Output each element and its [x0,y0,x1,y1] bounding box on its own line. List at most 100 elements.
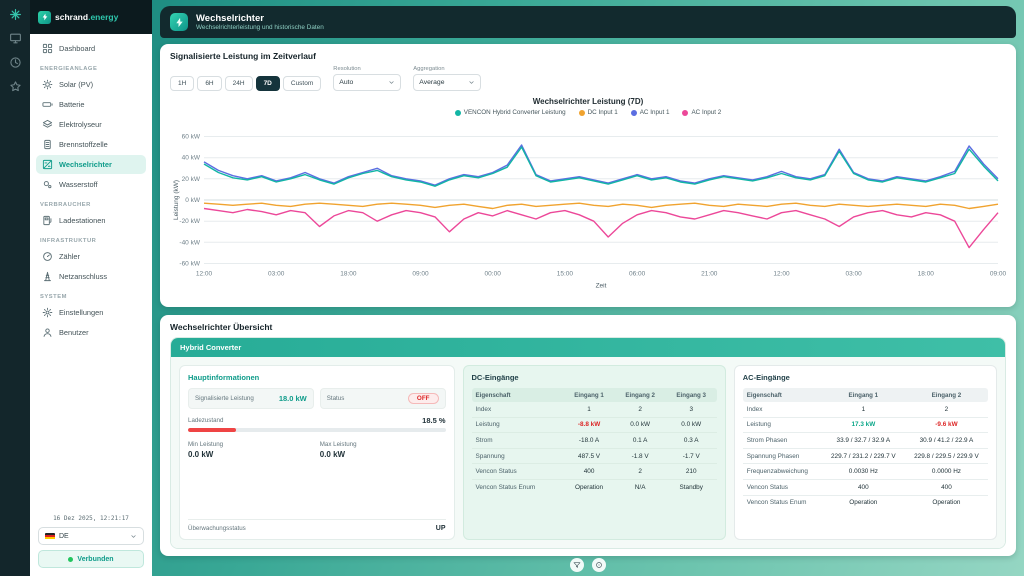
sidebar-item-wasserstoff[interactable]: Wasserstoff [36,175,146,194]
table-row: Frequenzabweichung0.0030 Hz0.0000 Hz [743,464,988,480]
filter-button[interactable] [570,558,584,572]
dc-table: EigenschaftEingang 1Eingang 2Eingang 3In… [472,388,717,495]
svg-text:00:00: 00:00 [485,271,502,278]
sidebar-item-einstellungen[interactable]: Einstellungen [36,303,146,322]
sidebar-item-wechselrichter[interactable]: Wechselrichter [36,155,146,174]
range-button-7d[interactable]: 7D [256,76,280,91]
watch-status-row: Überwachungsstatus UP [188,519,446,532]
inverter-icon [42,159,53,170]
legend-item[interactable]: AC Input 1 [631,109,670,116]
spark-icon[interactable] [9,8,22,21]
signal-power-field: Signalisierte Leistung 18.0 kW [188,388,314,409]
language-select[interactable]: DE [38,527,144,545]
connection-status[interactable]: Verbunden [38,550,144,568]
chart-legend: VENCON Hybrid Converter Leistung DC Input… [170,109,1006,116]
table-row: Strom-18.0 A0.1 A0.3 A [472,433,717,449]
cell-value: 1 [564,402,615,417]
cell-value: -18.0 A [564,433,615,449]
column-header: Eingang 3 [666,388,717,402]
locate-button[interactable] [592,558,606,572]
sidebar-item-netzanschluss[interactable]: Netzanschluss [36,267,146,286]
cell-value: Operation [905,495,988,510]
chart-controls: 1H6H24H7DCustom Resolution Auto Aggregat… [170,66,1006,91]
soc-progress-fill [188,428,236,432]
table-row: Vencon Status EnumOperationN/AStandby [472,479,717,494]
sidebar-item-label: Ladestationen [59,216,105,225]
sidebar-item-label: Batterie [59,100,84,109]
cell-value: 0.0000 Hz [905,464,988,480]
sidebar-item-batterie[interactable]: Batterie [36,95,146,114]
sidebar-item-elektrolyseur[interactable]: Elektrolyseur [36,115,146,134]
brand-logo[interactable]: schrand.energy [30,0,152,34]
cell-value: 30.9 / 41.2 / 22.9 A [905,433,988,449]
sidebar-footer: 16 Dez 2025, 12:21:17 DE Verbunden [30,509,152,576]
german-flag-icon [45,533,55,540]
sidebar-item-label: Wechselrichter [59,160,112,169]
chart-area[interactable]: 60 kW40 kW20 kW0 kW-20 kW-40 kW-60 kW12:… [170,118,1006,303]
legend-label: AC Input 1 [640,109,670,116]
svg-text:-60 kW: -60 kW [179,261,200,268]
resolution-select[interactable]: Auto [333,74,401,91]
inverter-bolt-icon [170,13,188,31]
svg-text:18:00: 18:00 [918,271,935,278]
cell-value: 1 [822,402,905,417]
legend-item[interactable]: AC Input 2 [682,109,721,116]
device-name-tab[interactable]: Hybrid Converter [171,338,1005,357]
legend-item[interactable]: VENCON Hybrid Converter Leistung [455,109,566,116]
sidebar-item-z-hler[interactable]: Zähler [36,247,146,266]
sidebar-item-label: Elektrolyseur [59,120,102,129]
soc-label: Ladezustand [188,417,223,424]
table-row: Index123 [472,402,717,417]
resolution-label: Resolution [333,66,401,72]
hydrogen-icon [42,179,53,190]
connection-label: Verbunden [77,556,113,563]
column-header: Eingang 1 [822,388,905,402]
sidebar-item-brennstoffzelle[interactable]: Brennstoffzelle [36,135,146,154]
row-label: Strom Phasen [743,433,822,449]
cell-value: 33.9 / 32.7 / 32.9 A [822,433,905,449]
sidebar-item-solar-pv[interactable]: Solar (PV) [36,75,146,94]
range-button-1h[interactable]: 1H [170,76,194,91]
cell-value: 229.8 / 229.5 / 229.9 V [905,448,988,464]
table-row: Vencon Status400400 [743,479,988,495]
clock-icon[interactable] [9,56,22,69]
nav-section-label: ENERGIEANLAGE [40,66,142,72]
svg-text:60 kW: 60 kW [182,134,201,141]
solar-icon [42,79,53,90]
legend-item[interactable]: DC Input 1 [579,109,618,116]
language-current: DE [45,533,69,540]
aggregation-select[interactable]: Average [413,74,481,91]
svg-text:Leistung (kW): Leistung (kW) [173,180,180,220]
sidebar-item-label: Solar (PV) [59,80,93,89]
sidebar-item-label: Brennstoffzelle [59,140,108,149]
sidebar-item-label: Benutzer [59,328,89,337]
power-line-chart[interactable]: 60 kW40 kW20 kW0 kW-20 kW-40 kW-60 kW12:… [170,118,1006,303]
icon-rail [0,0,30,576]
sidebar-item-benutzer[interactable]: Benutzer [36,323,146,342]
chart-card: Signalisierte Leistung im Zeitverlauf 1H… [160,44,1016,307]
clock-timestamp: 16 Dez 2025, 12:21:17 [38,515,144,522]
legend-label: AC Input 2 [691,109,721,116]
svg-text:06:00: 06:00 [629,271,646,278]
gridconn-icon [42,271,53,282]
sidebar-item-ladestationen[interactable]: Ladestationen [36,211,146,230]
row-label: Vencon Status Enum [472,479,564,494]
settings-icon [42,307,53,318]
device-body: Hauptinformationen Signalisierte Leistun… [171,357,1005,548]
time-range-group: 1H6H 24H7DCustom [170,76,321,91]
range-button-24h[interactable]: 24H [225,76,253,91]
status-badge: OFF [408,393,439,404]
monitor-icon[interactable] [9,32,22,45]
user-icon [42,327,53,338]
range-button-6h[interactable]: 6H [197,76,221,91]
overview-card: Wechselrichter Übersicht Hybrid Converte… [160,315,1016,556]
signal-power-value: 18.0 kW [279,394,307,403]
charger-icon [42,215,53,226]
star-icon[interactable] [9,80,22,93]
row-label: Index [743,402,822,417]
row-label: Strom [472,433,564,449]
range-button-custom[interactable]: Custom [283,76,321,91]
sidebar-item-dashboard[interactable]: Dashboard [36,39,146,58]
chart-card-title: Signalisierte Leistung im Zeitverlauf [170,51,1006,61]
min-power-field: Min Leistung 0.0 kW [188,441,314,459]
